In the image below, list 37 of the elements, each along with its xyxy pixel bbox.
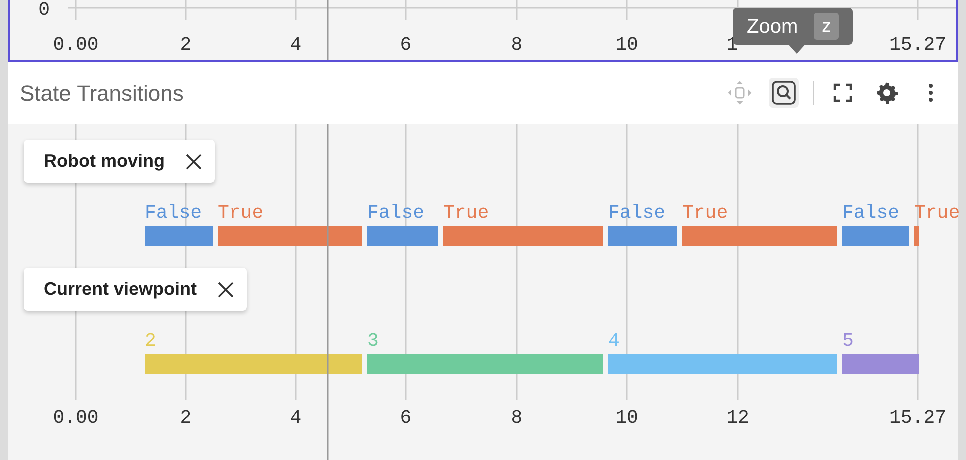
axis-tick-label: 8: [511, 34, 523, 56]
series-name: Robot moving: [44, 150, 165, 173]
axis-tick-label: 0.00: [53, 407, 99, 429]
cursor-line: [327, 0, 329, 60]
state-label: 4: [608, 330, 620, 352]
axis-tick-label: 8: [511, 407, 523, 429]
state-label: True: [914, 202, 960, 224]
state-label: 2: [145, 330, 156, 352]
axis-tick-label: 10: [616, 34, 638, 56]
axis-tick-label: 2: [180, 407, 192, 429]
axis-tick-label: 6: [400, 407, 412, 429]
axis-tick-label: 4: [290, 34, 302, 56]
state-label: True: [444, 202, 490, 224]
axis-tick-label: 15.27: [890, 407, 946, 429]
search-icon[interactable]: [769, 78, 799, 108]
axis-tick-label: 15.27: [890, 34, 947, 56]
axis-tick-label: 2: [180, 34, 192, 56]
shortcut-key: z: [814, 13, 840, 40]
state-label: False: [368, 202, 425, 224]
state-label: True: [682, 202, 728, 224]
tooltip-text: Zoom: [747, 14, 798, 40]
axis-tick-label: 0.00: [53, 34, 99, 56]
axis-tick-label: 0: [38, 0, 50, 21]
close-button[interactable]: [184, 152, 203, 170]
state-label: True: [218, 202, 264, 224]
state-label: False: [145, 202, 202, 224]
axis-tick-label: 6: [400, 34, 412, 56]
state-label: False: [608, 202, 666, 224]
state-label: 5: [842, 330, 854, 352]
panel-title: State Transitions: [20, 80, 184, 108]
axis-tick-label: 10: [616, 407, 638, 429]
axis-tick-label: 12: [726, 407, 750, 429]
series-name: Current viewpoint: [44, 278, 198, 301]
state-label: 3: [368, 330, 379, 352]
state-label: False: [842, 202, 900, 224]
close-button[interactable]: [217, 280, 236, 298]
axis-tick-label: 4: [290, 407, 302, 429]
